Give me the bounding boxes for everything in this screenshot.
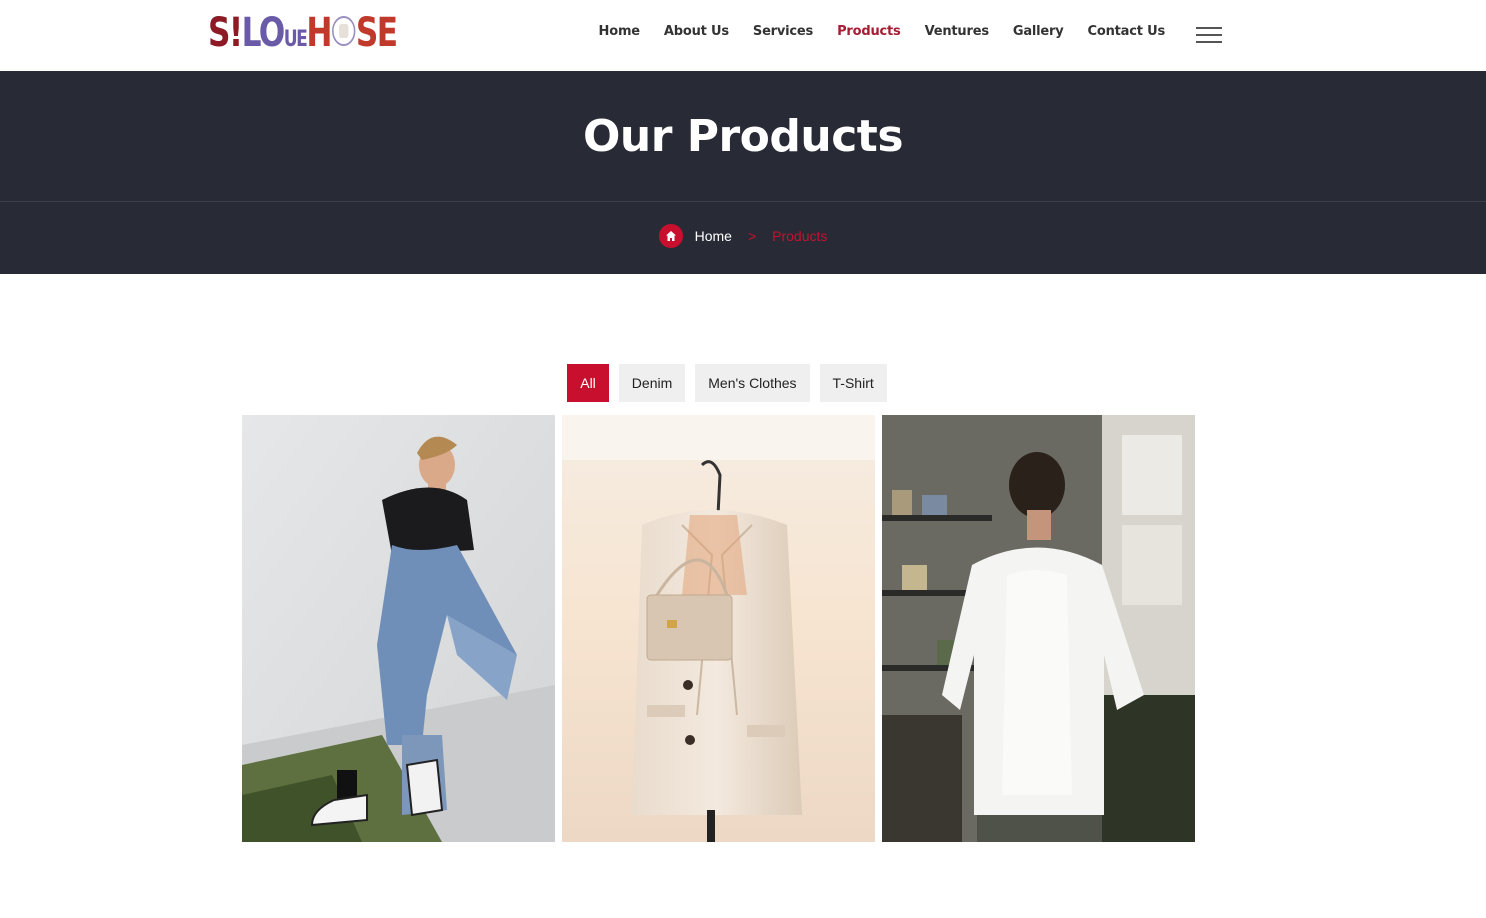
breadcrumb-separator: > (747, 228, 757, 244)
brand-logo[interactable]: S!LOUEH SE (208, 10, 450, 60)
hamburger-icon[interactable] (1196, 27, 1222, 43)
hero-divider (0, 201, 1486, 202)
nav-gallery[interactable]: Gallery (1013, 24, 1064, 39)
logo-socks-emblem-icon (331, 15, 356, 46)
main-nav: Home About Us Services Products Ventures… (599, 24, 1166, 39)
product-filters: All Denim Men's Clothes T-Shirt (0, 364, 1486, 402)
nav-ventures[interactable]: Ventures (925, 24, 989, 39)
product-card-blazer[interactable] (562, 415, 875, 842)
home-icon[interactable] (658, 224, 683, 248)
nav-services[interactable]: Services (753, 24, 813, 39)
page-hero: Our Products Home > Products (0, 71, 1486, 274)
product-gallery (242, 415, 1195, 842)
filter-denim[interactable]: Denim (618, 364, 686, 402)
breadcrumb-home-link[interactable]: Home (695, 228, 732, 244)
filter-all[interactable]: All (567, 364, 609, 402)
product-image (562, 415, 875, 842)
logo-wordmark: S!LOUEH SE (208, 9, 398, 56)
nav-contact-us[interactable]: Contact Us (1088, 24, 1166, 39)
product-card-white-tshirt[interactable] (882, 415, 1195, 842)
product-image (242, 415, 555, 842)
nav-home[interactable]: Home (599, 24, 641, 39)
nav-products[interactable]: Products (837, 24, 901, 39)
product-image (882, 415, 1195, 842)
breadcrumb-current: Products (772, 228, 828, 244)
page-title: Our Products (582, 111, 904, 162)
filter-tshirt[interactable]: T-Shirt (819, 364, 887, 402)
product-card-denim-woman[interactable] (242, 415, 555, 842)
site-header: S!LOUEH SE Home About Us Services Product… (0, 0, 1486, 71)
breadcrumb: Home > Products (0, 224, 1486, 248)
nav-about-us[interactable]: About Us (664, 24, 729, 39)
filter-mens-clothes[interactable]: Men's Clothes (695, 364, 810, 402)
